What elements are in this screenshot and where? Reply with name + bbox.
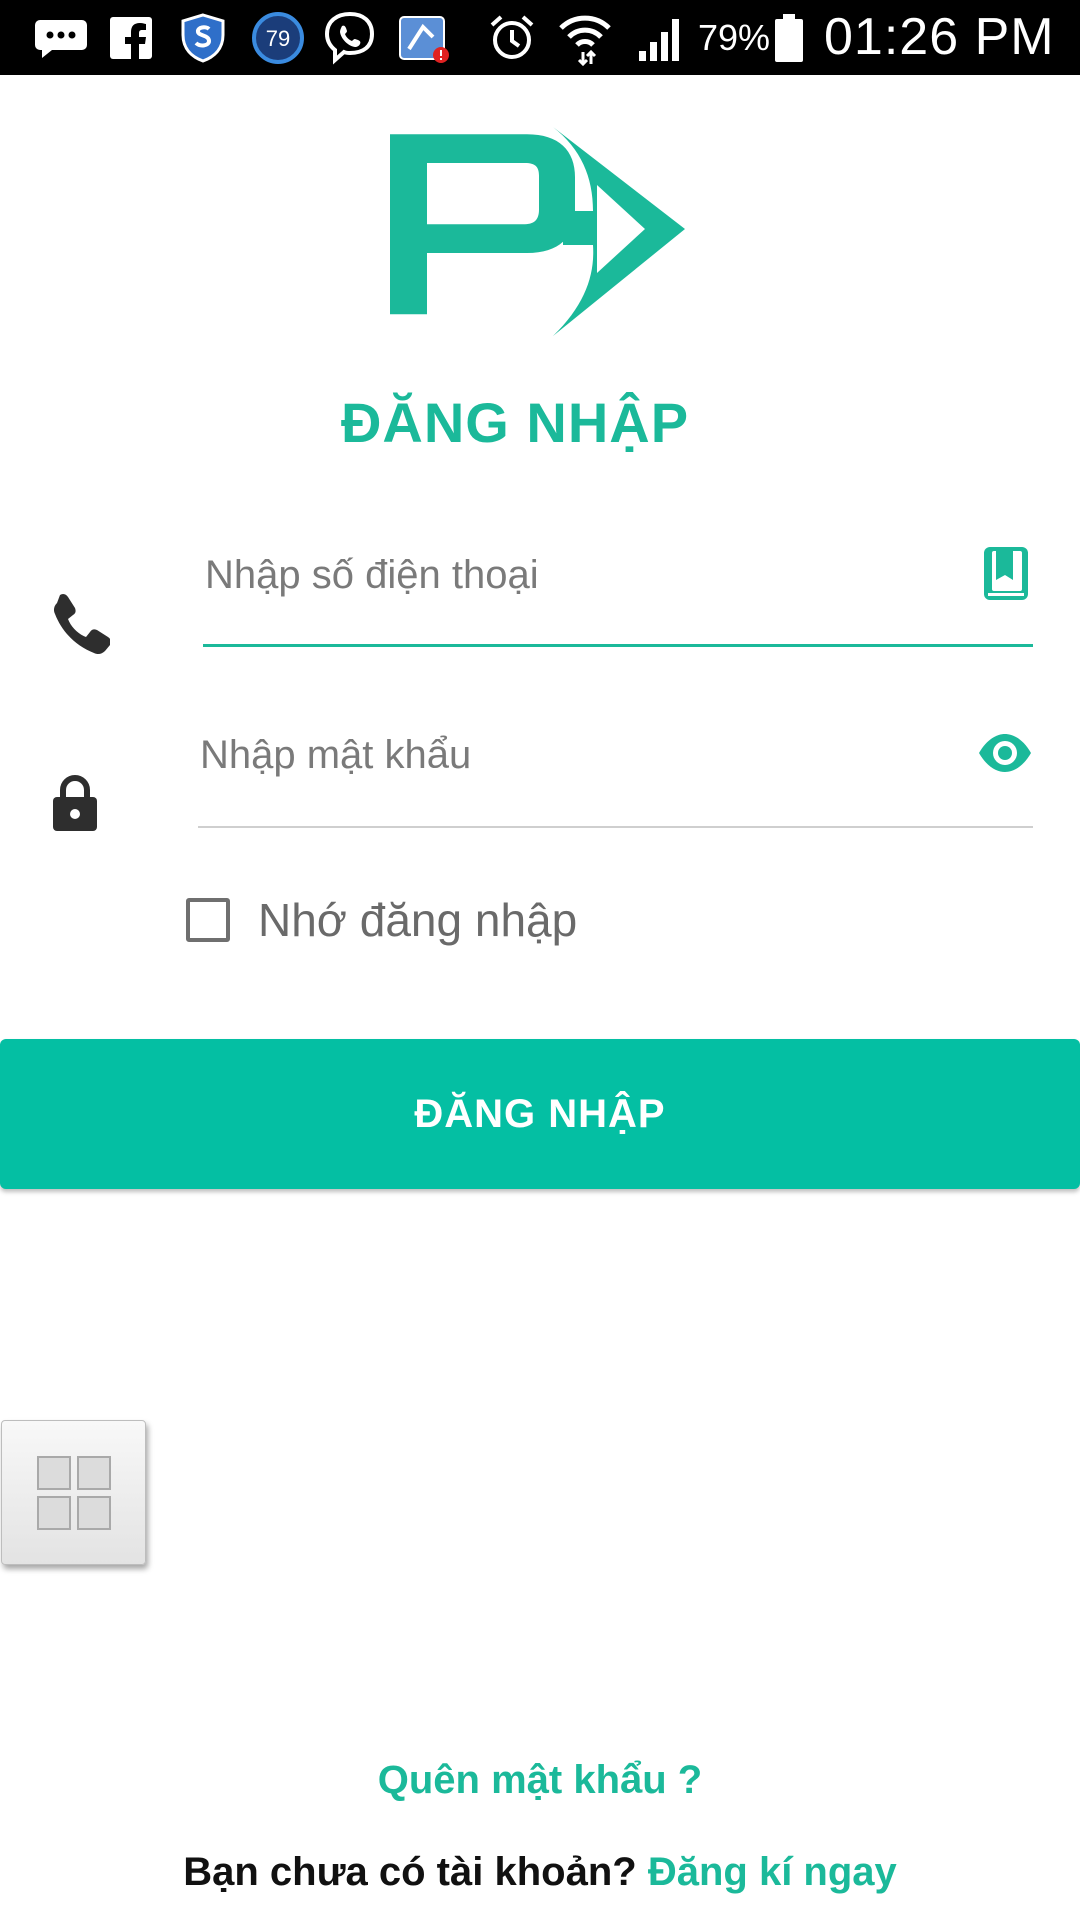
signup-prompt: Bạn chưa có tài khoản? Đăng kí ngay bbox=[0, 1850, 1080, 1895]
phone-icon bbox=[40, 585, 115, 660]
show-password-icon[interactable] bbox=[977, 733, 1033, 773]
login-screen: 79 79% 01:26 PM ĐĂNG NHẬP Nhập số điện t… bbox=[0, 0, 1080, 1920]
password-input[interactable] bbox=[198, 715, 938, 795]
password-field bbox=[198, 715, 1033, 828]
battery-icon bbox=[772, 0, 806, 75]
shield-icon bbox=[178, 0, 228, 75]
messaging-icon bbox=[32, 0, 90, 75]
remember-label: Nhớ đăng nhập bbox=[258, 894, 578, 946]
grid-icon bbox=[36, 1455, 111, 1530]
no-account-text: Bạn chưa có tài khoản? bbox=[183, 1850, 637, 1894]
wifi-icon bbox=[556, 0, 614, 75]
badge-79-text: 79 bbox=[266, 26, 290, 51]
lock-icon bbox=[45, 770, 105, 835]
page-title: ĐĂNG NHẬP bbox=[340, 391, 690, 454]
remember-login[interactable]: Nhớ đăng nhập bbox=[186, 890, 577, 950]
signup-link[interactable]: Đăng kí ngay bbox=[648, 1850, 897, 1894]
signal-icon bbox=[632, 0, 688, 75]
clock: 01:26 PM bbox=[824, 8, 1055, 66]
app-logo bbox=[390, 127, 685, 336]
app-notification-icon bbox=[395, 0, 453, 75]
phone-field bbox=[203, 535, 1033, 647]
facebook-icon bbox=[108, 0, 154, 75]
floating-menu-button[interactable] bbox=[1, 1420, 146, 1565]
status-bar: 79 79% 01:26 PM bbox=[0, 0, 1080, 75]
contact-book-icon[interactable] bbox=[983, 545, 1029, 601]
badge-79-icon: 79 bbox=[250, 0, 306, 75]
battery-percent: 79% bbox=[698, 17, 771, 58]
phone-input[interactable] bbox=[203, 535, 943, 615]
remember-checkbox[interactable] bbox=[186, 898, 230, 942]
viber-icon bbox=[322, 0, 378, 75]
login-button[interactable]: ĐĂNG NHẬP bbox=[0, 1039, 1080, 1189]
alarm-icon bbox=[486, 0, 538, 75]
forgot-password-link[interactable]: Quên mật khẩu ? bbox=[0, 1758, 1080, 1803]
